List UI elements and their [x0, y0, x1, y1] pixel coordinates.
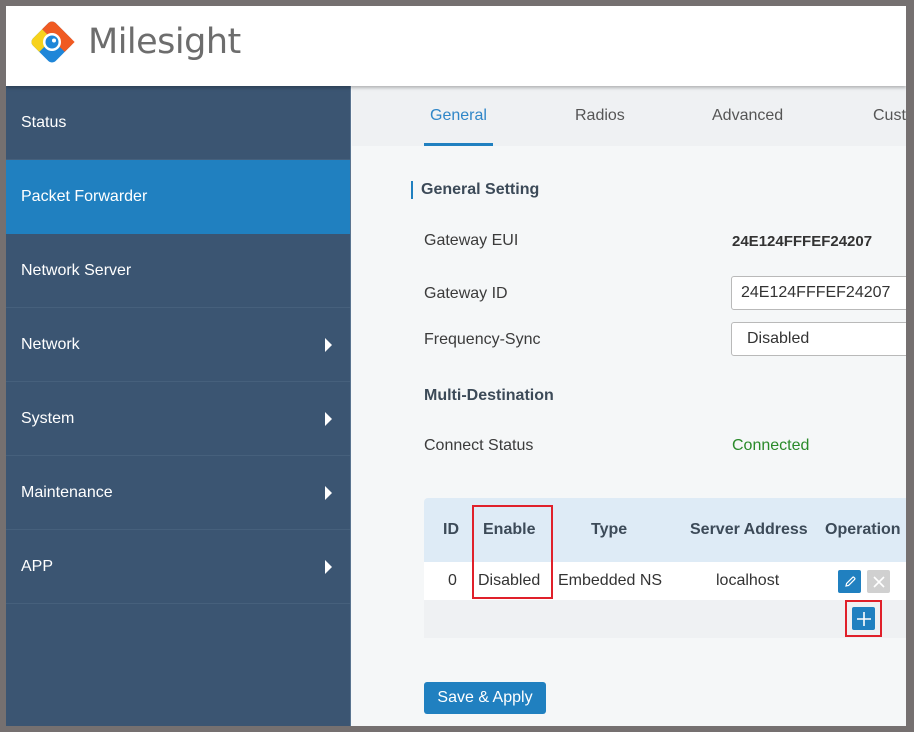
- cell-server-address: localhost: [716, 572, 780, 589]
- table-add-row: [424, 600, 906, 638]
- tab-radios[interactable]: Radios: [575, 86, 625, 146]
- pencil-icon: [844, 576, 855, 587]
- sidebar-item-app[interactable]: APP: [6, 530, 350, 604]
- delete-button[interactable]: [867, 570, 890, 593]
- table-row: 0 Disabled Embedded NS localhost: [424, 562, 906, 600]
- sidebar-item-maintenance[interactable]: Maintenance: [6, 456, 350, 530]
- column-header-enable: Enable: [483, 521, 536, 538]
- header: Milesight: [6, 6, 906, 86]
- tab-custom[interactable]: Cust: [873, 86, 906, 146]
- plus-icon: [856, 611, 871, 626]
- sidebar-item-label: Maintenance: [21, 483, 113, 501]
- sidebar-item-network-server[interactable]: Network Server: [6, 234, 350, 308]
- tab-bar: General Radios Advanced Cust: [352, 86, 906, 146]
- frequency-sync-label: Frequency-Sync: [424, 331, 541, 348]
- column-header-operation: Operation: [825, 521, 901, 538]
- column-header-id: ID: [443, 521, 459, 538]
- main-content: General Radios Advanced Cust General Set…: [352, 86, 906, 726]
- app-window: Milesight Status Packet Forwarder Networ…: [6, 6, 906, 726]
- tab-general[interactable]: General: [424, 86, 493, 146]
- sidebar-item-status[interactable]: Status: [6, 86, 350, 160]
- sidebar-nav: Status Packet Forwarder Network Server N…: [6, 86, 351, 726]
- caret-right-icon: [325, 559, 332, 574]
- destinations-table: ID Enable Type Server Address Operation …: [424, 498, 906, 638]
- tab-advanced[interactable]: Advanced: [712, 86, 783, 146]
- cell-type: Embedded NS: [558, 572, 663, 589]
- brand-name: Milesight: [88, 22, 241, 62]
- connect-status-label: Connect Status: [424, 437, 534, 454]
- frequency-sync-selected: Disabled: [747, 330, 810, 347]
- sidebar-item-packet-forwarder[interactable]: Packet Forwarder: [6, 160, 350, 234]
- caret-right-icon: [325, 411, 332, 426]
- edit-button[interactable]: [838, 570, 861, 593]
- gateway-id-label: Gateway ID: [424, 285, 508, 302]
- connect-status-value: Connected: [732, 437, 810, 454]
- save-apply-button[interactable]: Save & Apply: [424, 682, 546, 714]
- gateway-eui-value: 24E124FFFEF24207: [732, 233, 873, 250]
- frequency-sync-select[interactable]: Disabled: [731, 322, 906, 356]
- section-title-general-setting: General Setting: [411, 181, 539, 199]
- sidebar-item-label: Packet Forwarder: [21, 187, 148, 205]
- multi-destination-heading: Multi-Destination: [424, 387, 554, 404]
- table-header: ID Enable Type Server Address Operation: [424, 498, 906, 562]
- cell-id: 0: [448, 572, 457, 589]
- close-icon: [872, 575, 885, 588]
- add-destination-button[interactable]: [852, 607, 875, 630]
- sidebar-item-label: Network: [21, 335, 80, 353]
- sidebar-item-label: APP: [21, 557, 54, 575]
- caret-right-icon: [325, 337, 332, 352]
- gateway-eui-label: Gateway EUI: [424, 232, 519, 249]
- brand-logo: Milesight: [28, 18, 241, 66]
- sidebar-item-label: Network Server: [21, 261, 132, 279]
- sidebar-item-system[interactable]: System: [6, 382, 350, 456]
- cell-enable: Disabled: [478, 572, 541, 589]
- caret-right-icon: [325, 485, 332, 500]
- sidebar-item-network[interactable]: Network: [6, 308, 350, 382]
- column-header-server-address: Server Address: [690, 521, 808, 538]
- milesight-logo-icon: [31, 21, 75, 63]
- column-header-type: Type: [591, 521, 628, 538]
- sidebar-item-label: Status: [21, 113, 67, 131]
- sidebar-item-label: System: [21, 409, 75, 427]
- gateway-id-input[interactable]: [731, 276, 906, 310]
